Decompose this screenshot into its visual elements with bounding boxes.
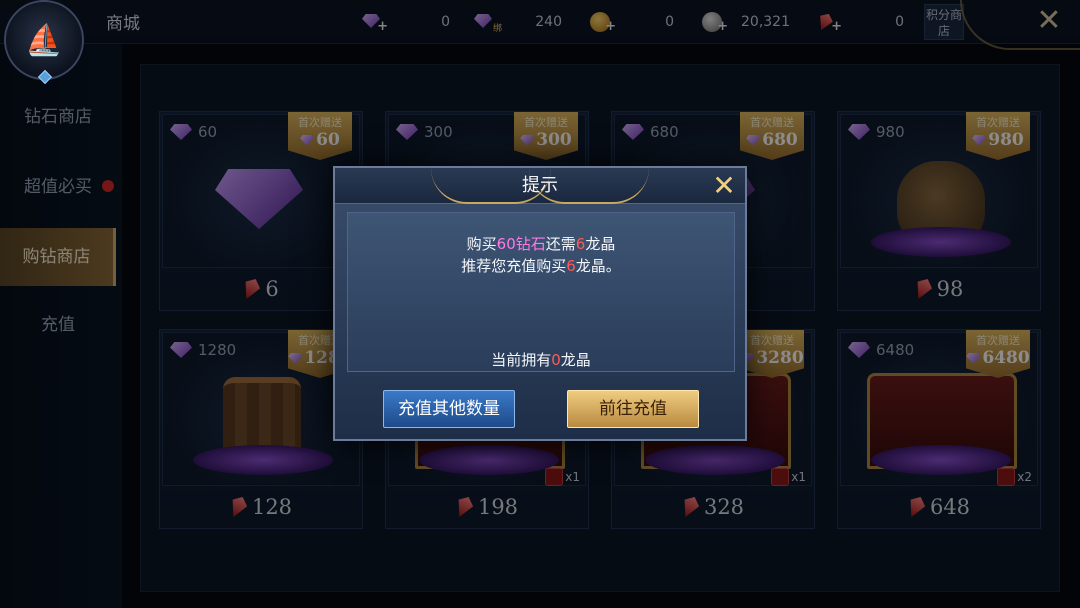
purchase-message: 购买60钻石还需6龙晶 [466, 235, 616, 253]
owned-message: 当前拥有0龙晶 [491, 351, 591, 369]
dialog-header: 提示 ✕ [335, 168, 745, 204]
dialog-title: 提示 [522, 175, 558, 196]
dialog-close-icon[interactable]: ✕ [709, 171, 739, 201]
dialog-body: 购买60钻石还需6龙晶 推荐您充值购买6龙晶。 当前拥有0龙晶 [347, 212, 735, 372]
recharge-other-amount-button[interactable]: 充值其他数量 [383, 390, 515, 428]
prompt-dialog: 提示 ✕ 购买60钻石还需6龙晶 推荐您充值购买6龙晶。 当前拥有0龙晶 充值其… [333, 166, 747, 441]
go-recharge-button[interactable]: 前往充值 [567, 390, 699, 428]
recommend-message: 推荐您充值购买6龙晶。 [461, 257, 621, 275]
ship-emblem-icon: ⛵ [4, 0, 84, 85]
